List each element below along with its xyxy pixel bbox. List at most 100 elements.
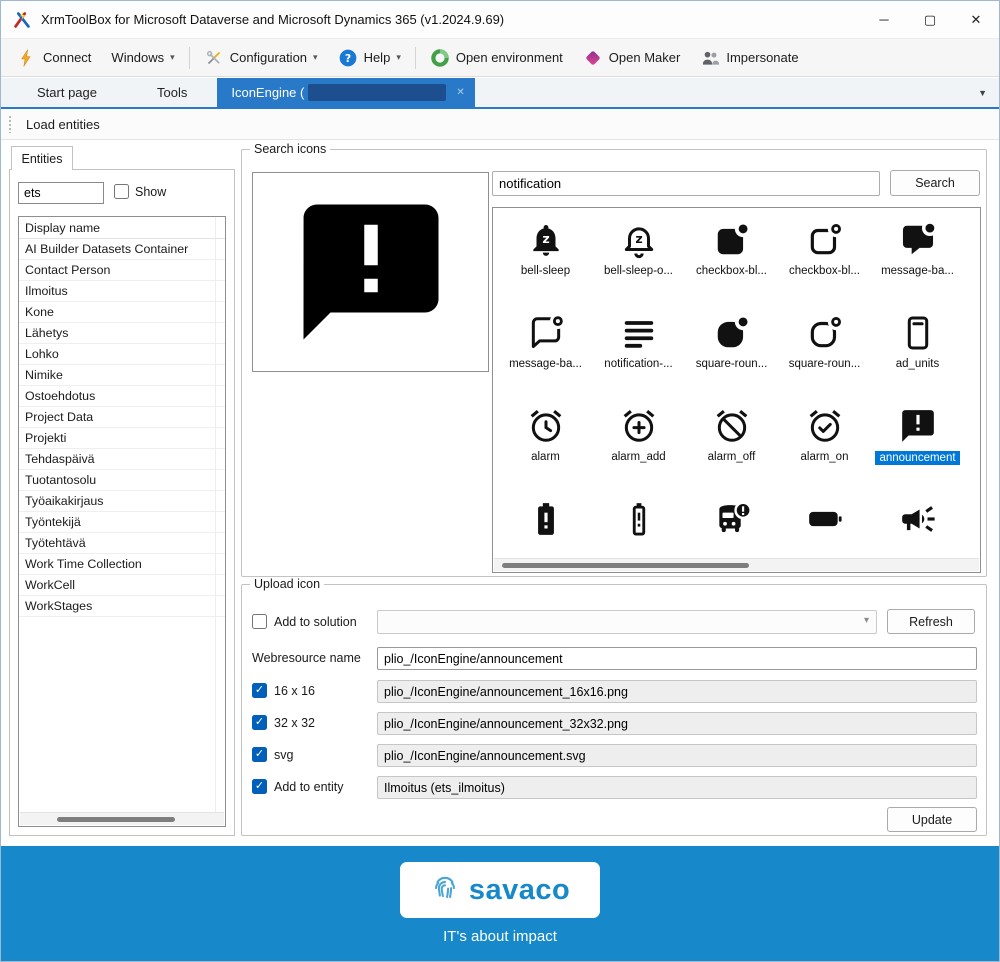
toolbar-button[interactable]: Connect [7,43,101,73]
icon-result[interactable]: announcement [871,406,964,482]
tab-entities[interactable]: Entities [11,146,73,170]
upload-option[interactable]: Add to entity [252,779,344,794]
icon-grid-hscrollbar[interactable] [494,558,979,571]
result-label: alarm_off [707,451,756,463]
upload-path-input[interactable] [377,776,977,799]
result-label: square-roun... [788,358,861,370]
icon-grid: bell-sleep bell-sleep-o... checkbox-bl..… [493,208,980,573]
entity-row[interactable]: WorkStages [19,596,225,617]
search-button[interactable]: Search [890,170,980,196]
entity-row[interactable]: Lohko [19,344,225,365]
entity-filter-input[interactable] [18,182,104,204]
entity-row[interactable]: Projekti [19,428,225,449]
load-entities-button[interactable]: Load entities [20,113,106,136]
icon-preview-box [252,172,489,372]
upload-path-input[interactable] [377,744,977,767]
entity-row[interactable]: Ostoehdotus [19,386,225,407]
upload-option-checkbox[interactable] [252,747,267,762]
icon-result[interactable]: alarm_off [685,406,778,482]
main-toolbar: Connect Windows Configuration [1,39,999,77]
entity-row[interactable]: Lähetys [19,323,225,344]
close-icon: ✕ [970,11,982,27]
tab-tools[interactable]: Tools [127,78,217,107]
icon-result[interactable]: notification-... [592,313,685,389]
add-to-solution-option[interactable]: Add to solution [252,614,357,629]
upload-path-input[interactable] [377,680,977,703]
result-label: bell-sleep [520,265,571,277]
entity-row[interactable]: Työtehtävä [19,533,225,554]
add-to-solution-checkbox[interactable] [252,614,267,629]
upload-option-checkbox[interactable] [252,715,267,730]
search-icons-group-label: Search icons [250,142,331,156]
toolbar-button-label: Impersonate [726,50,799,65]
entity-row[interactable]: Work Time Collection [19,554,225,575]
upload-option-checkbox[interactable] [252,779,267,794]
icon-search-input[interactable] [492,171,880,196]
toolbar-button[interactable]: Open Maker [573,43,691,73]
refresh-button[interactable]: Refresh [887,609,975,634]
icon-result[interactable]: message-ba... [499,313,592,389]
webresource-name-input[interactable] [377,647,977,670]
entity-row[interactable]: Tuotantosolu [19,470,225,491]
show-label: Show [135,184,167,199]
icon-result[interactable]: checkbox-bl... [778,220,871,296]
icon-result[interactable]: square-roun... [778,313,871,389]
app-window: XrmToolBox for Microsoft Dataverse and M… [0,0,1000,962]
upload-option-checkbox[interactable] [252,683,267,698]
scrollbar-thumb[interactable] [56,817,176,822]
icon-result[interactable]: checkbox-bl... [685,220,778,296]
toolbar-button-icon [17,48,37,68]
result-icon [899,220,937,260]
entity-row[interactable]: WorkCell [19,575,225,596]
icon-result[interactable]: alarm [499,406,592,482]
icon-result[interactable]: bell-sleep-o... [592,220,685,296]
tab-overflow-button[interactable]: ▼ [966,88,999,98]
update-button[interactable]: Update [887,807,977,832]
footer-tagline: IT's about impact [443,928,557,945]
toolbar-button[interactable]: Open environment [420,43,573,73]
icon-result[interactable]: alarm_on [778,406,871,482]
entity-row[interactable]: Nimike [19,365,225,386]
maximize-button[interactable]: ▢ [907,1,953,38]
entity-row[interactable]: Contact Person [19,260,225,281]
entity-row[interactable]: AI Builder Datasets Container [19,239,225,260]
toolbar-button-icon [430,48,450,68]
toolbar-button[interactable]: Configuration [194,43,328,73]
entity-row[interactable]: Kone [19,302,225,323]
redacted-environment-name [308,84,447,101]
upload-option[interactable]: svg [252,747,293,762]
tab-start-page[interactable]: Start page [7,78,127,107]
icon-result[interactable]: ad_units [871,313,964,389]
savaco-logo: savaco [400,862,600,918]
scrollbar-thumb[interactable] [502,563,750,568]
window-controls: ─ ▢ ✕ [861,1,999,38]
solution-dropdown[interactable] [377,610,877,634]
upload-path-input[interactable] [377,712,977,735]
entity-list-header[interactable]: Display name [19,217,225,239]
entity-row[interactable]: Työaikakirjaus [19,491,225,512]
entity-row[interactable]: Tehdaspäivä [19,449,225,470]
icon-result[interactable]: square-roun... [685,313,778,389]
upload-option[interactable]: 16 x 16 [252,683,315,698]
toolbar-button[interactable]: Impersonate [690,43,808,73]
entity-row[interactable]: Ilmoitus [19,281,225,302]
entity-row[interactable]: Työntekijä [19,512,225,533]
tab-iconengine[interactable]: IconEngine ( ✕ [217,78,475,107]
result-label: notification-... [604,358,673,370]
show-checkbox-row[interactable]: Show [114,184,166,199]
result-label: announcement [875,451,960,465]
close-button[interactable]: ✕ [953,1,999,38]
icon-result[interactable]: bell-sleep [499,220,592,296]
icon-result[interactable]: message-ba... [871,220,964,296]
tab-close-icon[interactable]: ✕ [456,87,464,98]
upload-option[interactable]: 32 x 32 [252,715,315,730]
toolbar-button[interactable]: Help [328,43,411,73]
toolbar-button[interactable]: Windows [101,43,184,73]
entity-row[interactable]: Project Data [19,407,225,428]
show-checkbox[interactable] [114,184,129,199]
toolbar-group-config: Configuration Help [194,39,411,76]
tab-strip: Start page Tools IconEngine ( ✕ ▼ [1,78,999,109]
entity-list-hscrollbar[interactable] [20,812,224,825]
minimize-button[interactable]: ─ [861,1,907,38]
icon-result[interactable]: alarm_add [592,406,685,482]
